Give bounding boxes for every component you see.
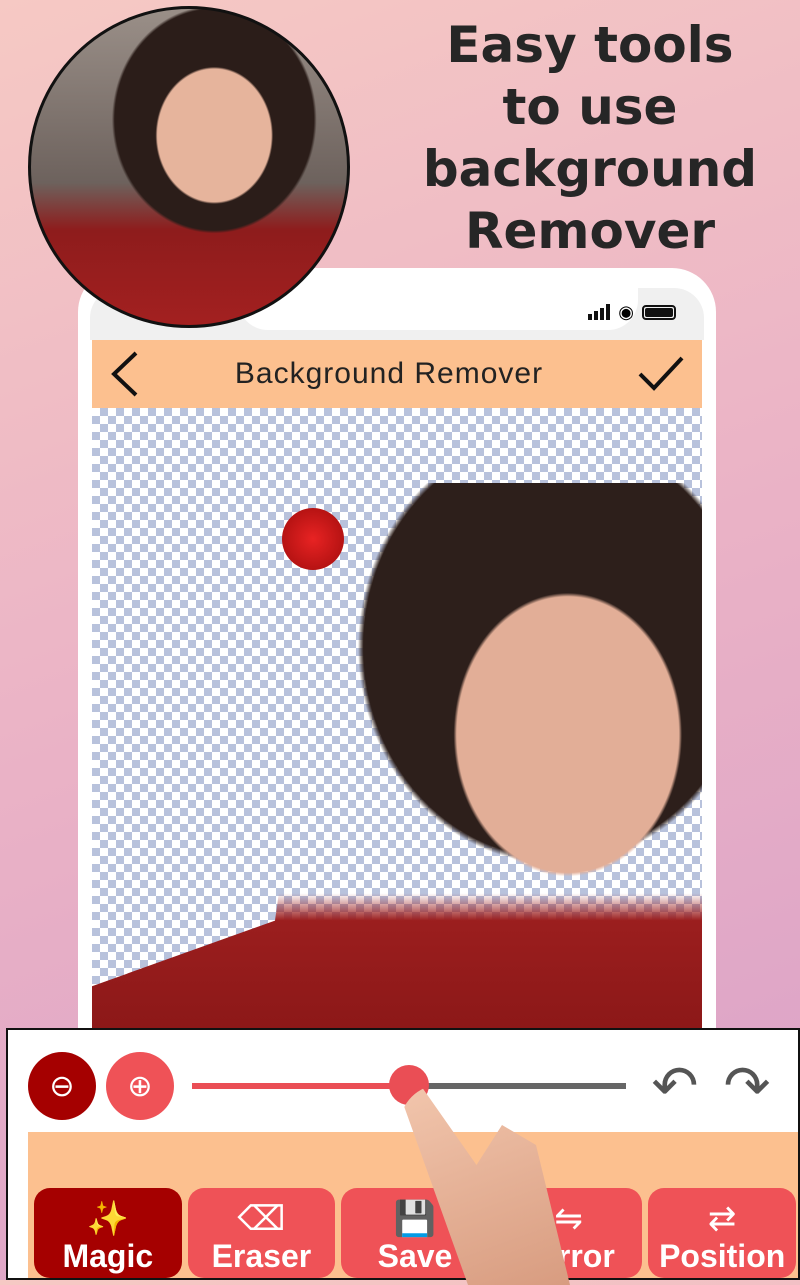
tab-label: Position xyxy=(659,1238,786,1274)
rose-in-hair xyxy=(282,508,344,570)
tab-position[interactable]: ⇄ Position xyxy=(648,1188,796,1278)
brush-size-slider[interactable] xyxy=(192,1065,626,1105)
save-icon: 💾 xyxy=(393,1200,437,1238)
headline-line: to use xyxy=(502,78,678,136)
chevron-left-icon[interactable] xyxy=(108,349,142,399)
promo-headline: Easy tools to use background Remover xyxy=(400,14,780,262)
wifi-icon: ◉ xyxy=(618,302,634,322)
app-bar: Background Remover xyxy=(92,340,702,408)
check-icon[interactable] xyxy=(636,354,686,394)
headline-line: Remover xyxy=(464,202,716,260)
editing-canvas[interactable] xyxy=(92,408,702,1030)
mirror-icon: ⇋ xyxy=(554,1200,583,1238)
slider-fill xyxy=(192,1083,409,1089)
tab-label: Save xyxy=(377,1238,453,1274)
battery-icon xyxy=(642,305,676,320)
magic-wand-plus-icon[interactable]: ⊕ xyxy=(106,1052,174,1120)
magic-wand-icon: ✨ xyxy=(86,1200,129,1238)
status-icons: ◉ xyxy=(588,302,676,322)
position-swap-icon: ⇄ xyxy=(707,1200,737,1238)
headline-line: background xyxy=(422,140,758,198)
app-title: Background Remover xyxy=(234,357,544,390)
tab-eraser[interactable]: ⌫ Eraser xyxy=(187,1188,336,1278)
brush-toolbar: ⊖ ⊕ ↶ ↷ xyxy=(28,1050,778,1122)
tool-panel: ⊖ ⊕ ↶ ↷ ✨ Magic ⌫ Eraser 💾 Save ⇋ Mirror ⇄ Po… xyxy=(6,1028,800,1280)
redo-icon[interactable]: ↷ xyxy=(716,1056,778,1116)
headline-line: Easy tools xyxy=(446,16,734,74)
undo-icon[interactable]: ↶ xyxy=(644,1056,706,1116)
eraser-icon: ⌫ xyxy=(237,1200,286,1238)
cutout-photo xyxy=(92,483,702,1030)
bottom-bar: ✨ Magic ⌫ Eraser 💾 Save ⇋ Mirror ⇄ Position xyxy=(28,1132,798,1278)
tab-magic[interactable]: ✨ Magic xyxy=(34,1188,182,1278)
tab-label: Magic xyxy=(62,1238,154,1274)
original-photo-circle xyxy=(28,6,350,328)
signal-icon xyxy=(588,304,611,320)
magic-wand-minus-icon[interactable]: ⊖ xyxy=(28,1052,96,1120)
tab-label: Eraser xyxy=(211,1238,312,1274)
